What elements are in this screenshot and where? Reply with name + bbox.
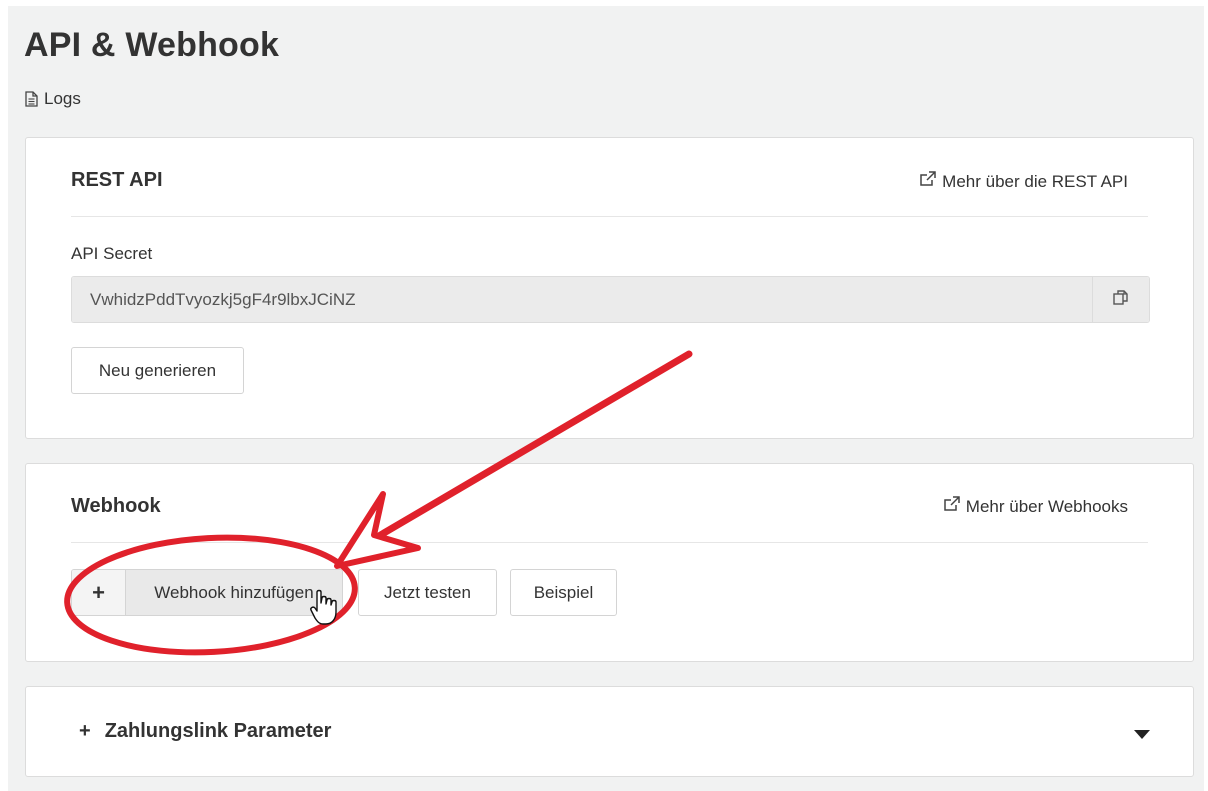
copy-button[interactable] (1092, 277, 1149, 322)
copy-icon (1112, 289, 1130, 310)
api-secret-input[interactable] (72, 277, 1092, 322)
test-now-button[interactable]: Jetzt testen (358, 569, 497, 616)
rest-api-title: REST API (71, 169, 163, 191)
external-link-icon (919, 171, 937, 192)
card-divider (71, 542, 1148, 543)
webhook-docs-label: Mehr über Webhooks (965, 496, 1128, 516)
page-title: API & Webhook (24, 26, 280, 64)
caret-down-icon[interactable] (1134, 727, 1150, 745)
card-divider (71, 216, 1148, 217)
rest-api-docs-label: Mehr über die REST API (942, 171, 1128, 191)
regenerate-button[interactable]: Neu generieren (71, 347, 244, 394)
document-icon (25, 91, 38, 107)
add-webhook-button-group: + Webhook hinzufügen (71, 569, 343, 616)
webhook-docs-link[interactable]: Mehr über Webhooks (943, 496, 1128, 517)
add-webhook-plus-button[interactable]: + (72, 570, 126, 615)
expand-plus: + (79, 720, 91, 742)
payment-link-parameter-title: Zahlungslink Parameter (104, 720, 332, 742)
api-secret-group (71, 276, 1150, 323)
logs-label: Logs (44, 89, 81, 108)
logs-link[interactable]: Logs (25, 89, 81, 109)
rest-api-card: REST API Mehr über die REST API API Secr… (25, 137, 1194, 439)
api-secret-label: API Secret (71, 244, 153, 263)
external-link-icon (943, 496, 961, 517)
payment-link-parameter-toggle[interactable]: + Zahlungslink Parameter (79, 720, 331, 743)
webhook-card: Webhook Mehr über Webhooks + Webhook hin… (25, 463, 1194, 662)
rest-api-docs-link[interactable]: Mehr über die REST API (919, 171, 1128, 192)
add-webhook-button[interactable]: Webhook hinzufügen (126, 570, 342, 615)
payment-link-parameter-card: + Zahlungslink Parameter (25, 686, 1194, 777)
webhook-title: Webhook (71, 495, 161, 517)
example-button[interactable]: Beispiel (510, 569, 617, 616)
